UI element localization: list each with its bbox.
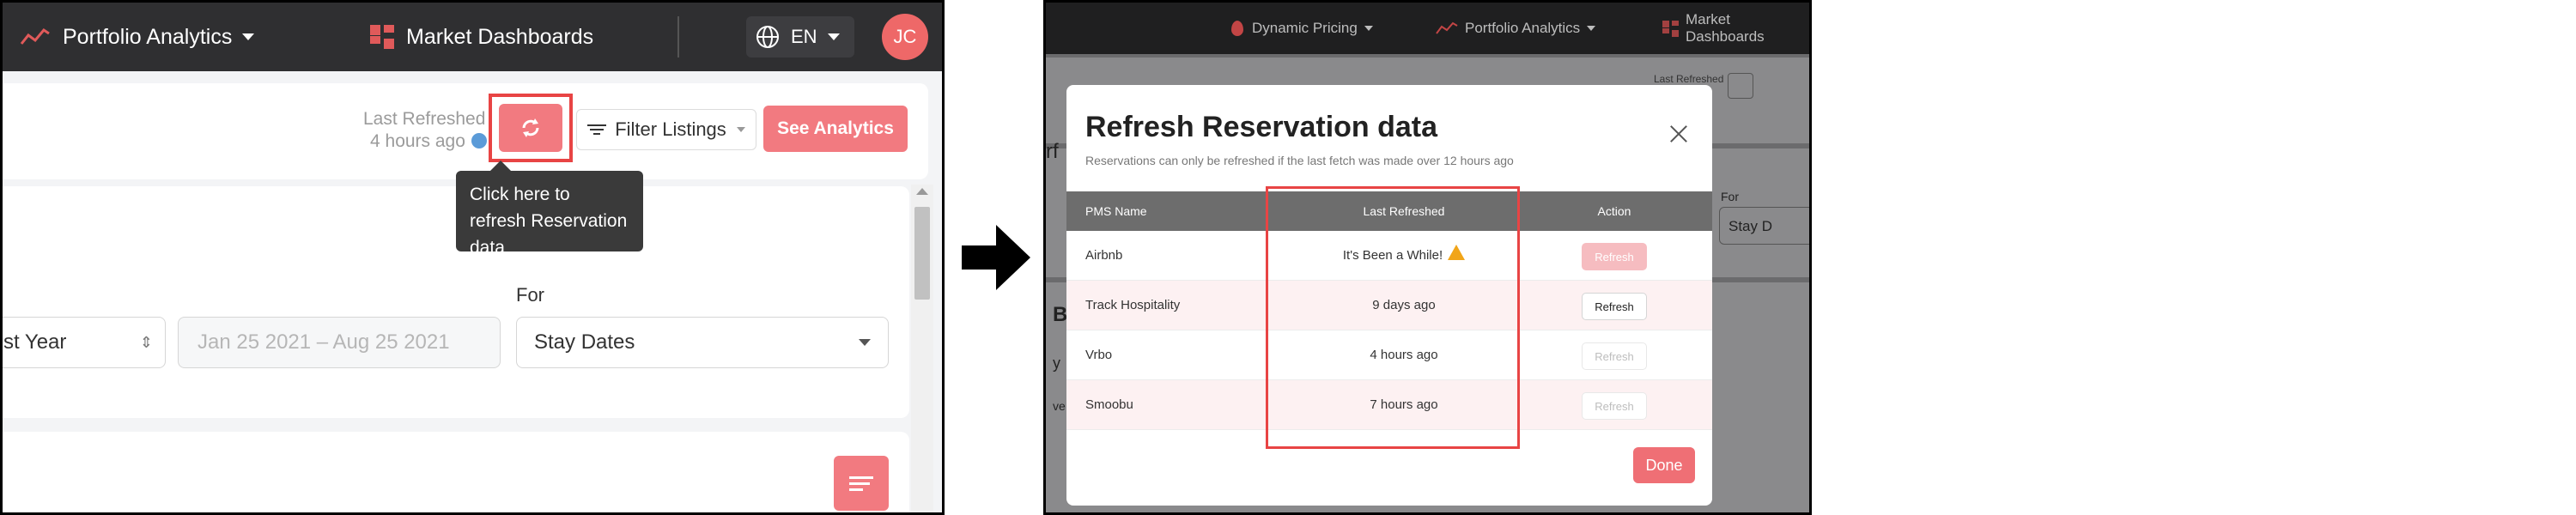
filter-icon — [587, 122, 607, 137]
scrollbar-thumb[interactable] — [914, 207, 930, 300]
top-navbar: Dynamic Pricing Portfolio Analytics Mark… — [1046, 3, 1809, 54]
done-button[interactable]: Done — [1633, 447, 1695, 483]
modal-title: Refresh Reservation data — [1085, 111, 1438, 143]
refresh-button[interactable] — [499, 104, 562, 152]
filter-card — [3, 186, 909, 418]
flame-icon — [1231, 21, 1243, 36]
nav-market-dashboards[interactable]: Market Dashboards — [1662, 3, 1809, 54]
filter-listings-label: Filter Listings — [615, 118, 726, 140]
for-select-value: Stay Dates — [534, 330, 635, 354]
bg-for-label: For — [1721, 190, 1739, 203]
language-selector[interactable]: EN — [746, 16, 854, 58]
filter-listings-button[interactable]: Filter Listings — [576, 109, 756, 150]
for-label: For — [516, 284, 544, 306]
date-range-value: Jan 25 2021 – Aug 25 2021 — [197, 330, 450, 354]
bg-refresh-button — [1728, 73, 1753, 99]
sort-lines-icon — [849, 473, 873, 494]
nav-market-dashboards[interactable]: Market Dashboards — [370, 3, 593, 71]
refresh-icon — [522, 118, 539, 137]
info-icon[interactable] — [471, 133, 487, 148]
refresh-button[interactable]: Refresh — [1582, 243, 1647, 270]
chevron-down-icon — [736, 127, 745, 132]
see-analytics-button[interactable]: See Analytics — [763, 106, 908, 152]
nav-market-label: Market Dashboards — [1686, 11, 1765, 45]
date-range-field[interactable]: Jan 25 2021 – Aug 25 2021 — [178, 317, 501, 368]
nav-portfolio-analytics[interactable]: Portfolio Analytics — [1436, 3, 1596, 54]
trend-line-icon — [1436, 21, 1458, 34]
nav-market-label: Market Dashboards — [406, 24, 594, 49]
bg-last-refreshed-label: Last Refreshed — [1654, 73, 1724, 85]
nav-portfolio-label: Portfolio Analytics — [1465, 20, 1581, 36]
bg-partial-text: B — [1053, 303, 1068, 326]
bg-partial-text: ve — [1053, 399, 1066, 413]
pms-name: Track Hospitality — [1085, 298, 1181, 312]
language-label: EN — [791, 26, 817, 47]
scroll-up-icon[interactable] — [916, 188, 928, 195]
trend-line-icon — [20, 28, 50, 45]
refresh-button[interactable]: Refresh — [1582, 342, 1647, 370]
sort-button[interactable] — [834, 456, 889, 511]
pms-name: Smoobu — [1085, 397, 1133, 412]
bg-for-select: Stay D — [1719, 207, 1809, 245]
chevron-down-icon — [859, 339, 871, 346]
nav-dynamic-pricing[interactable]: Dynamic Pricing — [1231, 3, 1373, 54]
before-screenshot-panel: Portfolio Analytics Market Dashboards EN… — [0, 0, 945, 515]
top-navbar: Portfolio Analytics Market Dashboards EN… — [3, 3, 942, 71]
nav-dynamic-label: Dynamic Pricing — [1252, 20, 1358, 36]
column-header-action: Action — [1597, 204, 1631, 218]
dashboard-grid-icon — [370, 25, 394, 49]
updown-chevron-icon: ⇕ — [139, 333, 153, 351]
period-select[interactable]: st Year ⇕ — [3, 317, 166, 368]
nav-portfolio-label: Portfolio Analytics — [63, 24, 233, 49]
refresh-reservation-modal: Refresh Reservation data Reservations ca… — [1066, 85, 1712, 506]
chevron-down-icon — [1364, 26, 1373, 31]
pms-name: Airbnb — [1085, 248, 1123, 263]
refresh-button[interactable]: Refresh — [1582, 293, 1647, 320]
pms-name: Vrbo — [1085, 348, 1113, 362]
nav-portfolio-analytics[interactable]: Portfolio Analytics — [20, 3, 255, 71]
nav-divider — [677, 16, 679, 58]
close-icon[interactable] — [1668, 123, 1690, 145]
refresh-tooltip: Click here to refresh Reservation data — [456, 161, 643, 258]
bg-partial-text: y — [1053, 354, 1060, 372]
bg-partial-text: rf — [1046, 140, 1059, 163]
period-select-value: st Year — [3, 330, 67, 354]
last-refreshed-label: Last Refreshed — [363, 109, 486, 129]
refresh-button[interactable]: Refresh — [1582, 392, 1647, 420]
highlight-box — [1266, 186, 1520, 449]
content-card — [3, 432, 909, 512]
modal-subtitle: Reservations can only be refreshed if th… — [1085, 154, 1514, 167]
chevron-down-icon — [242, 33, 255, 40]
arrow-right-icon — [962, 225, 1030, 290]
chevron-down-icon — [1587, 26, 1596, 31]
chevron-down-icon — [827, 33, 840, 40]
column-header-pms: PMS Name — [1085, 204, 1147, 218]
globe-icon — [756, 26, 779, 48]
after-screenshot-panel: Dynamic Pricing Portfolio Analytics Mark… — [1043, 0, 1812, 515]
avatar[interactable]: JC — [882, 14, 928, 60]
for-select[interactable]: Stay Dates — [516, 317, 889, 368]
last-refreshed-time: 4 hours ago — [370, 131, 465, 151]
dashboard-grid-icon — [1662, 20, 1679, 37]
